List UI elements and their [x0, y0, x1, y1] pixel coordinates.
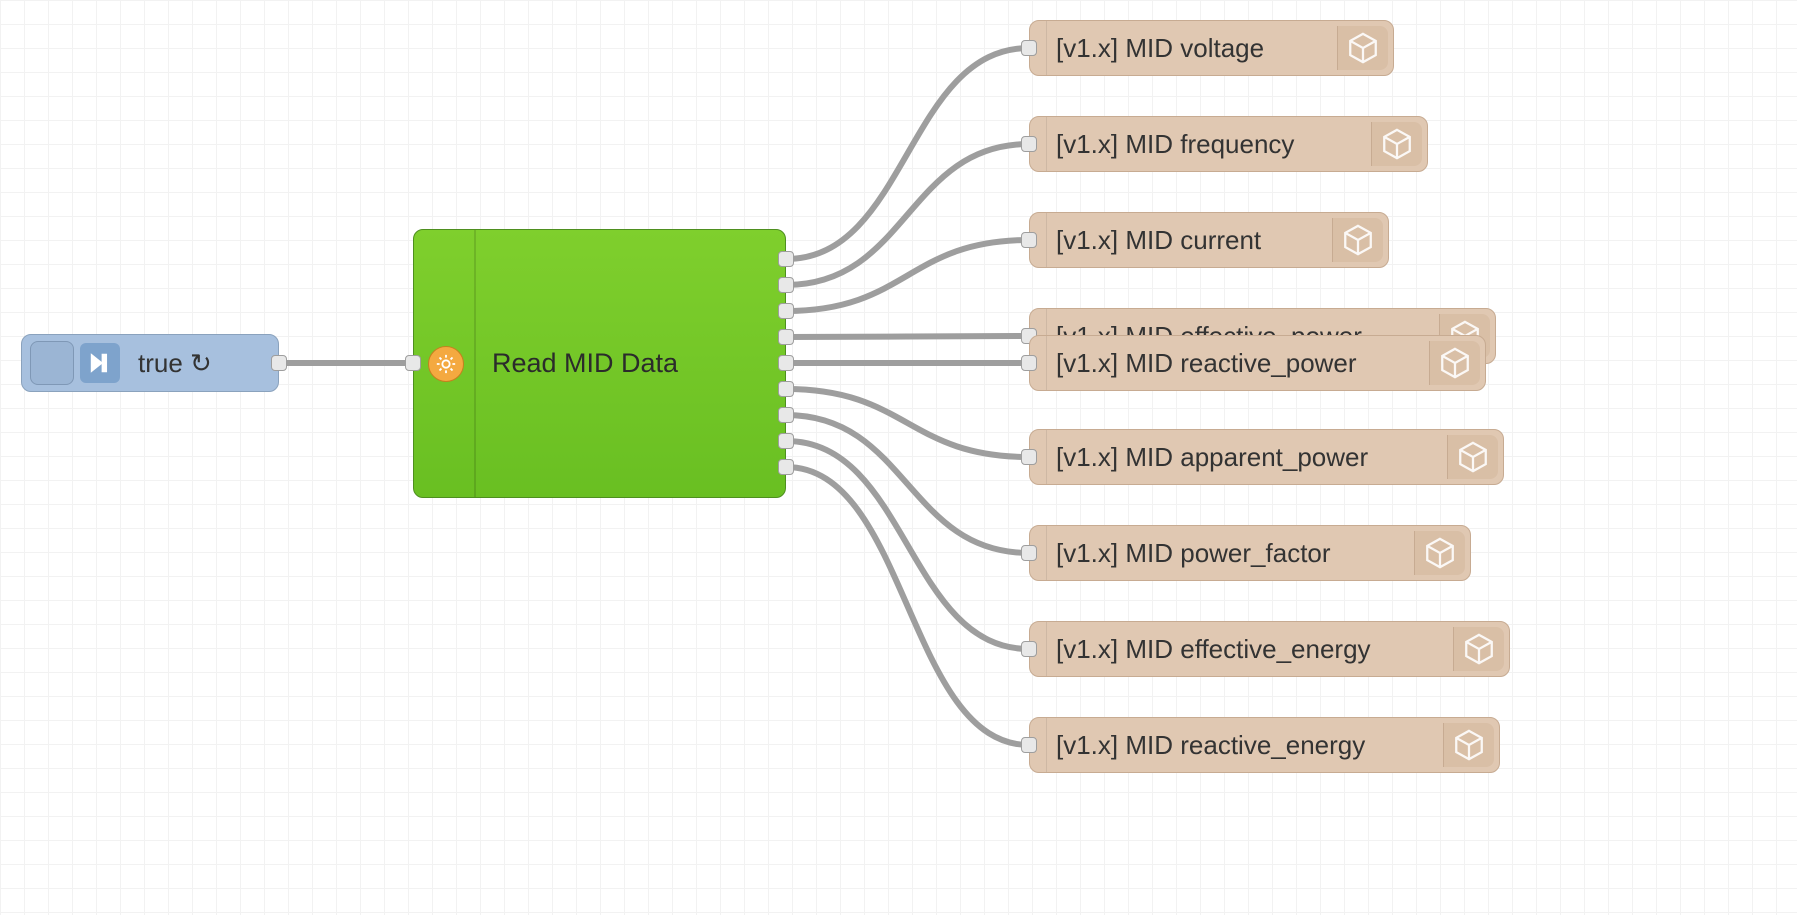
function-node[interactable]: Read MID Data	[413, 229, 786, 498]
function-label: Read MID Data	[492, 348, 678, 379]
output-in-port-current[interactable]	[1021, 232, 1037, 248]
inject-arrow-icon	[80, 343, 120, 383]
output-label: [v1.x] MID power_factor	[1056, 538, 1331, 569]
function-out-port-3[interactable]	[778, 329, 794, 345]
output-node-frequency[interactable]: [v1.x] MID frequency	[1029, 116, 1428, 172]
function-out-port-7[interactable]	[778, 433, 794, 449]
iobroker-icon	[1337, 26, 1388, 70]
output-in-port-frequency[interactable]	[1021, 136, 1037, 152]
output-in-port-power_factor[interactable]	[1021, 545, 1037, 561]
iobroker-icon	[1371, 122, 1422, 166]
function-out-port-6[interactable]	[778, 407, 794, 423]
output-node-effective_energy[interactable]: [v1.x] MID effective_energy	[1029, 621, 1510, 677]
output-node-reactive_energy[interactable]: [v1.x] MID reactive_energy	[1029, 717, 1500, 773]
output-label: [v1.x] MID effective_energy	[1056, 634, 1371, 665]
output-in-port-effective_energy[interactable]	[1021, 641, 1037, 657]
function-out-port-4[interactable]	[778, 355, 794, 371]
function-out-port-5[interactable]	[778, 381, 794, 397]
gear-icon	[428, 346, 464, 382]
output-label: [v1.x] MID frequency	[1056, 129, 1294, 160]
output-in-port-voltage[interactable]	[1021, 40, 1037, 56]
output-in-port-reactive_energy[interactable]	[1021, 737, 1037, 753]
output-in-port-reactive_power[interactable]	[1021, 355, 1037, 371]
output-label: [v1.x] MID apparent_power	[1056, 442, 1368, 473]
function-out-port-2[interactable]	[778, 303, 794, 319]
output-label: [v1.x] MID voltage	[1056, 33, 1264, 64]
inject-trigger-button[interactable]	[30, 341, 74, 385]
iobroker-icon	[1443, 723, 1494, 767]
inject-label: true ↻	[138, 348, 212, 379]
function-out-port-8[interactable]	[778, 459, 794, 475]
output-label: [v1.x] MID reactive_energy	[1056, 730, 1365, 761]
output-node-power_factor[interactable]: [v1.x] MID power_factor	[1029, 525, 1471, 581]
function-out-port-0[interactable]	[778, 251, 794, 267]
output-label: [v1.x] MID current	[1056, 225, 1261, 256]
function-out-port-1[interactable]	[778, 277, 794, 293]
iobroker-icon	[1453, 627, 1504, 671]
function-in-port[interactable]	[405, 355, 421, 371]
inject-out-port[interactable]	[271, 355, 287, 371]
output-node-apparent_power[interactable]: [v1.x] MID apparent_power	[1029, 429, 1504, 485]
iobroker-icon	[1332, 218, 1383, 262]
output-node-current[interactable]: [v1.x] MID current	[1029, 212, 1389, 268]
output-node-voltage[interactable]: [v1.x] MID voltage	[1029, 20, 1394, 76]
iobroker-icon	[1447, 435, 1498, 479]
output-in-port-apparent_power[interactable]	[1021, 449, 1037, 465]
output-label: [v1.x] MID reactive_power	[1056, 348, 1357, 379]
iobroker-icon	[1429, 341, 1480, 385]
flow-canvas[interactable]: true ↻ Read MID Data [v1.x] MID voltage […	[0, 0, 1797, 915]
output-node-reactive_power[interactable]: [v1.x] MID reactive_power	[1029, 335, 1486, 391]
wires-layer	[0, 0, 1797, 915]
inject-node[interactable]: true ↻	[21, 334, 279, 392]
iobroker-icon	[1414, 531, 1465, 575]
